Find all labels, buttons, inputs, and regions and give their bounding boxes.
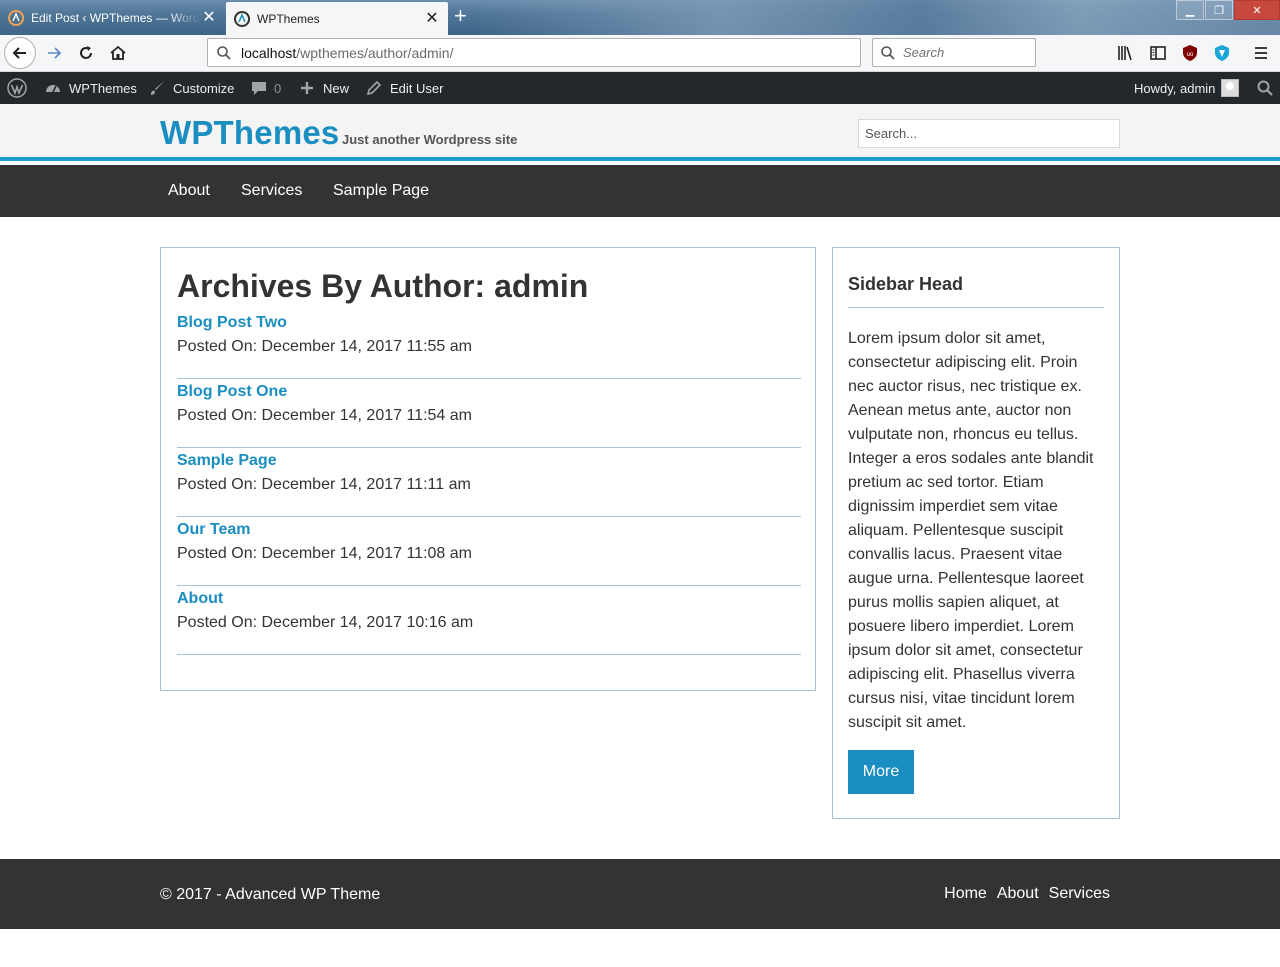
post-date: Posted On: December 14, 2017 10:16 am — [177, 614, 474, 631]
admin-bar-site-name[interactable]: WPThemes — [44, 72, 137, 104]
post-title-link[interactable]: Blog Post One — [177, 383, 287, 401]
pencil-icon — [366, 80, 382, 96]
post-title-link[interactable]: Blog Post Two — [177, 314, 287, 332]
site-title[interactable]: WPThemes — [160, 114, 339, 152]
sidebar-widget: Sidebar Head Lorem ipsum dolor sit amet,… — [832, 247, 1120, 819]
post-date: Posted On: December 14, 2017 11:11 am — [177, 476, 471, 493]
site-search-input[interactable]: Search... — [858, 119, 1120, 148]
new-tab-icon[interactable]: + — [454, 5, 467, 27]
browser-tab-strip: Edit Post ‹ WPThemes — WordPress ✕ WPThe… — [0, 0, 1280, 35]
site-footer: © 2017 - Advanced WP Theme Home About Se… — [0, 859, 1280, 929]
admin-bar-new[interactable]: New — [298, 72, 349, 104]
admin-bar-customize[interactable]: Customize — [148, 72, 234, 104]
post-title-link[interactable]: About — [177, 590, 223, 608]
address-bar[interactable]: localhost/wpthemes/author/admin/ — [207, 38, 861, 67]
browser-tab-title: Edit Post ‹ WPThemes — WordPress — [31, 10, 201, 25]
site-header: WPThemes Just another Wordpress site Sea… — [0, 104, 1280, 161]
wordpress-logo-icon[interactable] — [7, 72, 27, 104]
footer-nav-services[interactable]: Services — [1049, 885, 1110, 903]
wordpress-favicon-icon — [234, 10, 251, 27]
home-icon — [110, 45, 126, 60]
admin-bar-new-label: New — [323, 80, 350, 96]
post-list-item: Blog Post One Posted On: December 14, 20… — [177, 379, 801, 448]
back-arrow-icon — [12, 47, 26, 59]
footer-nav-about[interactable]: About — [997, 885, 1039, 903]
post-title-link[interactable]: Our Team — [177, 521, 251, 539]
sidebar-heading: Sidebar Head — [848, 274, 964, 294]
post-list-item: About Posted On: December 14, 2017 10:16… — [177, 586, 801, 655]
window-controls: ▁ ❐ ✕ — [1175, 0, 1280, 20]
sidebar-toggle-icon[interactable] — [1149, 44, 1167, 62]
post-list-item: Sample Page Posted On: December 14, 2017… — [177, 448, 801, 517]
main-navigation: About Services Sample Page — [0, 165, 1280, 217]
post-date: Posted On: December 14, 2017 11:54 am — [177, 407, 472, 424]
archive-title: Archives By Author: admin — [177, 268, 589, 304]
archive-panel: Archives By Author: admin Blog Post Two … — [160, 247, 816, 691]
browser-toolbar: localhost/wpthemes/author/admin/ Search … — [0, 35, 1280, 72]
close-tab-icon[interactable]: ✕ — [201, 9, 217, 26]
footer-nav-home[interactable]: Home — [944, 885, 987, 903]
site-description: Just another Wordpress site — [342, 132, 518, 147]
maximize-window-icon[interactable]: ❐ — [1205, 0, 1233, 20]
admin-bar-comments[interactable]: 0 — [250, 72, 281, 104]
admin-bar-edit-user-label: Edit User — [390, 80, 444, 96]
forward-button[interactable] — [40, 39, 68, 67]
minimize-window-icon[interactable]: ▁ — [1176, 0, 1204, 20]
post-title-link[interactable]: Sample Page — [177, 452, 277, 470]
plus-icon — [301, 82, 313, 94]
back-button[interactable] — [4, 37, 36, 69]
url-path: /wpthemes/author/admin/ — [296, 44, 454, 61]
close-tab-icon[interactable]: ✕ — [424, 10, 440, 27]
search-icon — [1257, 80, 1273, 96]
reload-icon — [80, 46, 92, 59]
post-list-item: Blog Post Two Posted On: December 14, 20… — [177, 310, 801, 379]
search-icon — [217, 45, 231, 60]
comment-bubble-icon — [252, 82, 266, 95]
browser-tab-title: WPThemes — [257, 11, 320, 26]
forward-arrow-icon — [48, 47, 62, 59]
post-list-item: Our Team Posted On: December 14, 2017 11… — [177, 517, 801, 586]
sidebar-divider — [848, 307, 1104, 308]
browser-tab-wpthemes[interactable]: WPThemes ✕ — [226, 2, 448, 35]
paintbrush-icon — [151, 81, 164, 95]
admin-bar-site-label: WPThemes — [69, 80, 137, 96]
sidebar-text: Lorem ipsum dolor sit amet, consectetur … — [848, 330, 1094, 731]
howdy-label: Howdy, admin — [1134, 80, 1216, 96]
avatar — [1221, 79, 1240, 97]
window-titlebar-background — [480, 0, 1280, 35]
admin-bar-account[interactable]: Howdy, admin — [1134, 72, 1240, 104]
dashboard-icon — [46, 85, 60, 93]
reload-button[interactable] — [72, 39, 100, 67]
nav-item-about[interactable]: About — [168, 165, 210, 217]
hamburger-menu-icon[interactable] — [1252, 44, 1270, 62]
browser-search-placeholder: Search — [903, 45, 945, 60]
admin-bar-search[interactable] — [1256, 72, 1274, 104]
admin-bar-customize-label: Customize — [173, 80, 235, 96]
privacy-shield-icon[interactable] — [1213, 44, 1231, 62]
url-host: localhost — [241, 44, 297, 61]
footer-copyright: © 2017 - Advanced WP Theme — [160, 886, 381, 903]
ublock-origin-icon[interactable]: uo — [1181, 44, 1199, 62]
post-date: Posted On: December 14, 2017 11:55 am — [177, 338, 472, 355]
home-button[interactable] — [104, 39, 132, 67]
browser-tab-edit-post[interactable]: Edit Post ‹ WPThemes — WordPress ✕ — [0, 0, 225, 35]
site-search-placeholder: Search... — [865, 126, 918, 141]
more-button[interactable]: More — [848, 750, 914, 794]
admin-bar-edit-user[interactable]: Edit User — [365, 72, 443, 104]
post-date: Posted On: December 14, 2017 11:08 am — [177, 545, 472, 562]
browser-search-box[interactable]: Search — [872, 38, 1036, 67]
svg-text:uo: uo — [1187, 52, 1194, 58]
close-window-icon[interactable]: ✕ — [1234, 0, 1280, 20]
wp-admin-bar: WPThemes Customize 0 New Edit User Howdy… — [0, 72, 1280, 104]
comments-count: 0 — [274, 80, 282, 96]
wordpress-favicon-icon — [8, 9, 25, 26]
library-icon[interactable] — [1117, 44, 1135, 62]
search-icon — [881, 45, 895, 60]
nav-item-sample-page[interactable]: Sample Page — [333, 165, 429, 217]
nav-item-services[interactable]: Services — [241, 165, 302, 217]
footer-navigation: Home About Services — [944, 885, 1110, 903]
